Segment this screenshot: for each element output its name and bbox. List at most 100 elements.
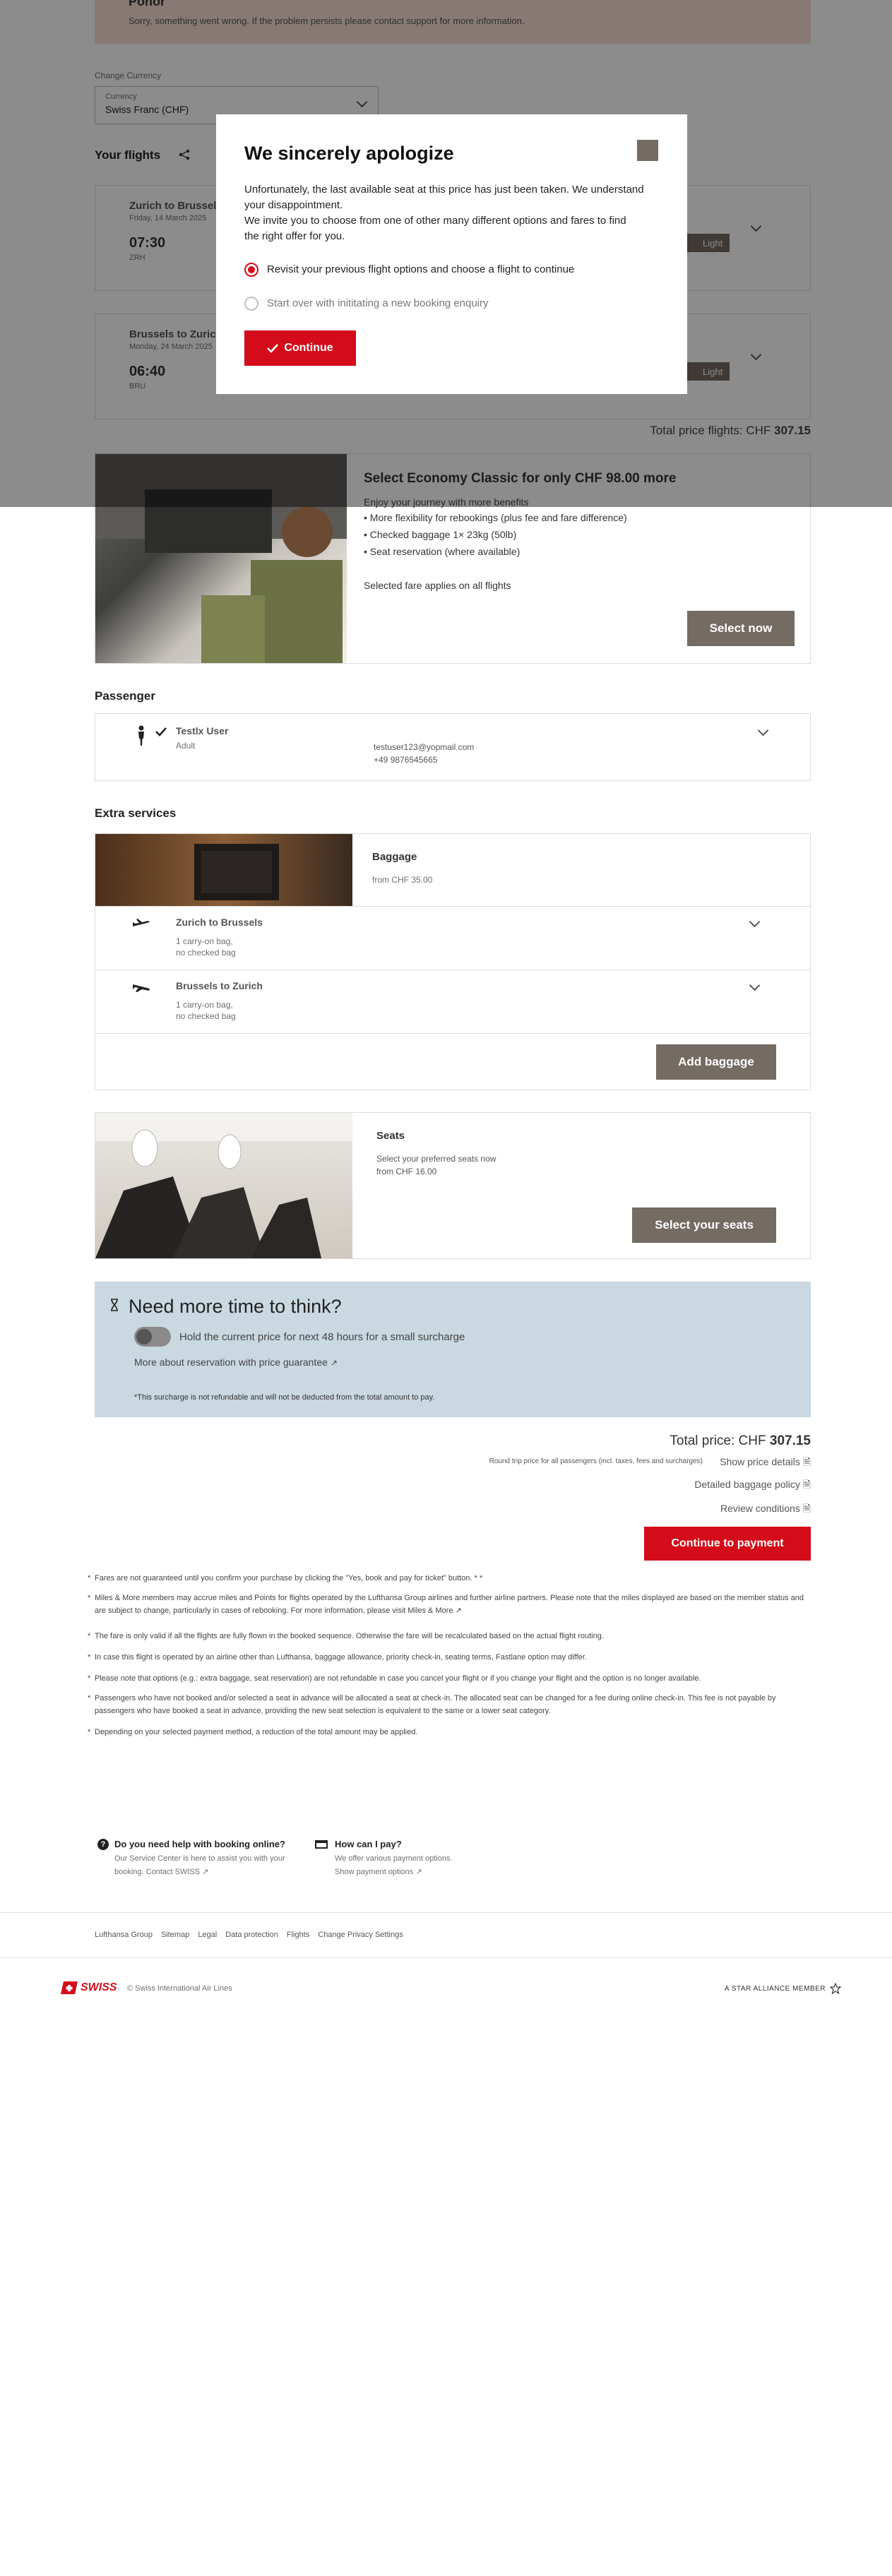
footer-link[interactable]: Lufthansa Group <box>95 1931 153 1939</box>
baggage-leg-row[interactable]: Brussels to Zurich 1 carry-on bag, no ch… <box>95 970 810 1033</box>
continue-to-payment-button[interactable]: Continue to payment <box>644 1527 811 1561</box>
baggage-policy-link[interactable]: Detailed baggage policy 🗎 <box>694 1477 811 1494</box>
passenger-name: Testlx User <box>176 725 229 737</box>
baggage-leg-route: Zurich to Brussels <box>176 917 263 928</box>
baggage-divider <box>95 1033 810 1034</box>
note-item: In case this flight is operated by an ai… <box>88 1651 808 1664</box>
extras-title: Extra services <box>95 806 177 820</box>
total-price: Total price: CHF 307.15 <box>670 1433 811 1449</box>
footer-link[interactable]: Legal <box>198 1931 217 1939</box>
passenger-card[interactable]: Testlx User Adult testuser123@yopmail.co… <box>95 713 811 781</box>
add-baggage-button[interactable]: Add baggage <box>656 1044 776 1080</box>
external-link-icon: ↗ <box>202 1868 209 1876</box>
note-item: Passengers who have not booked and/or se… <box>88 1692 808 1717</box>
option-revisit-label[interactable]: Revisit your previous flight options and… <box>267 263 574 275</box>
external-link-icon[interactable]: ↗ <box>456 1606 462 1615</box>
passenger-email: testuser123@yopmail.com <box>374 742 475 752</box>
price-details-text: Show price details <box>720 1456 800 1467</box>
baggage-leg-row[interactable]: Zurich to Brussels 1 carry-on bag, no ch… <box>95 906 810 970</box>
chevron-down-icon[interactable] <box>749 979 761 991</box>
continue-button[interactable]: Continue <box>244 330 356 366</box>
upsell-note: Selected fare applies on all flights <box>364 580 511 591</box>
note-item: Depending on your selected payment metho… <box>88 1726 808 1739</box>
round-trip-note: Round trip price for all passengers (inc… <box>489 1457 703 1465</box>
upsell-benefit: • Checked baggage 1× 23kg (50lb) <box>364 529 517 540</box>
payment-options-text: Show payment options <box>335 1868 414 1876</box>
document-icon: 🗎 <box>802 1456 811 1467</box>
passenger-title: Passenger <box>95 689 155 703</box>
help-payment-title: How can I pay? <box>335 1839 402 1849</box>
question-icon: ? <box>97 1839 109 1850</box>
select-seats-button[interactable]: Select your seats <box>632 1208 776 1243</box>
person-icon <box>136 725 146 746</box>
hold-toggle-label: Hold the current price for next 48 hours… <box>179 1331 465 1343</box>
contact-swiss-link[interactable]: booking. Contact SWISS ↗ <box>114 1867 208 1876</box>
baggage-leg-route: Brussels to Zurich <box>176 980 263 991</box>
upsell-benefit: • More flexibility for rebookings (plus … <box>364 512 627 523</box>
external-link-icon: ↗ <box>415 1868 422 1876</box>
note-item: Miles & More members may accrue miles an… <box>88 1592 808 1617</box>
note-item: The fare is only valid if all the flight… <box>88 1630 808 1642</box>
hold-toggle[interactable] <box>134 1327 171 1347</box>
hold-more-link[interactable]: More about reservation with price guaran… <box>134 1356 338 1368</box>
baggage-title: Baggage <box>372 851 417 863</box>
chevron-down-icon[interactable] <box>757 724 769 737</box>
baggage-leg-line2: no checked bag <box>176 948 236 958</box>
checkmark-icon <box>267 344 279 353</box>
footer-divider <box>0 1957 892 1958</box>
upsell-benefit-text: Seat reservation (where available) <box>369 546 521 557</box>
external-link-icon: ↗ <box>330 1358 338 1368</box>
footer-link[interactable]: Sitemap <box>161 1931 189 1939</box>
price-details-link[interactable]: Show price details 🗎 <box>720 1455 811 1472</box>
credit-card-icon <box>315 1840 328 1849</box>
seats-card: Seats Select your preferred seats now fr… <box>95 1112 811 1259</box>
close-icon[interactable] <box>637 140 658 161</box>
modal-title: We sincerely apologize <box>244 143 454 164</box>
baggage-price: from CHF 35.00 <box>372 875 433 885</box>
baggage-leg-line1: 1 carry-on bag, <box>176 1000 233 1010</box>
takeoff-icon <box>132 918 150 929</box>
total-price-value: 307.15 <box>769 1433 811 1448</box>
copyright: © Swiss International Air Lines <box>127 1984 232 1993</box>
swiss-flag-icon <box>61 1981 78 1994</box>
checkmark-icon <box>155 727 167 737</box>
modal-paragraph-1: Unfortunately, the last available seat a… <box>244 184 644 211</box>
contact-swiss-text: booking. Contact SWISS <box>114 1868 201 1876</box>
footer-link[interactable]: Data protection <box>225 1931 278 1939</box>
note-item: Fares are not guaranteed until you confi… <box>88 1572 808 1585</box>
seats-photo <box>95 1113 352 1258</box>
passenger-phone: +49 9876545665 <box>374 755 438 765</box>
baggage-card: Baggage from CHF 35.00 Zurich to Brussel… <box>95 833 811 1090</box>
option-start-over-radio[interactable] <box>244 297 258 311</box>
seats-line1: Select your preferred seats now <box>376 1154 496 1164</box>
modal-paragraph-2: We invite you to choose from one of othe… <box>244 215 626 242</box>
hold-title: Need more time to think? <box>129 1296 342 1317</box>
review-conditions-link[interactable]: Review conditions 🗎 <box>720 1501 811 1518</box>
chevron-down-icon[interactable] <box>749 916 761 928</box>
swiss-logo[interactable]: SWISS <box>61 1981 117 1994</box>
hold-more-link-text: More about reservation with price guaran… <box>134 1356 328 1368</box>
footer-link[interactable]: Flights <box>287 1931 309 1939</box>
continue-button-label: Continue <box>284 342 333 354</box>
baggage-photo <box>95 834 352 906</box>
star-alliance: A STAR ALLIANCE MEMBER <box>725 1983 841 1994</box>
review-conditions-text: Review conditions <box>720 1503 800 1514</box>
hold-surcharge-note: *This surcharge is not refundable and wi… <box>134 1393 435 1402</box>
footer-link[interactable]: Change Privacy Settings <box>318 1931 403 1939</box>
star-alliance-text: A STAR ALLIANCE MEMBER <box>724 1984 826 1993</box>
select-now-button[interactable]: Select now <box>687 611 795 646</box>
note-item: Please note that options (e.g.: extra ba… <box>88 1672 808 1685</box>
seats-title: Seats <box>376 1130 405 1142</box>
document-icon: 🗎 <box>802 1479 811 1490</box>
option-revisit-radio[interactable] <box>244 263 258 277</box>
total-price-label: Total price: CHF <box>670 1433 766 1448</box>
payment-options-link[interactable]: Show payment options ↗ <box>335 1867 422 1876</box>
apology-modal: We sincerely apologize Unfortunately, th… <box>216 114 687 394</box>
upsell-benefit-text: More flexibility for rebookings (plus fe… <box>369 512 627 523</box>
baggage-leg-line1: 1 carry-on bag, <box>176 936 233 946</box>
swiss-wordmark: SWISS <box>81 1981 117 1993</box>
option-start-over-label[interactable]: Start over with inititating a new bookin… <box>267 297 489 309</box>
document-icon: 🗎 <box>802 1503 811 1514</box>
seats-line2: from CHF 16.00 <box>376 1167 437 1176</box>
upsell-benefit-text: Checked baggage 1× 23kg (50lb) <box>369 529 517 540</box>
